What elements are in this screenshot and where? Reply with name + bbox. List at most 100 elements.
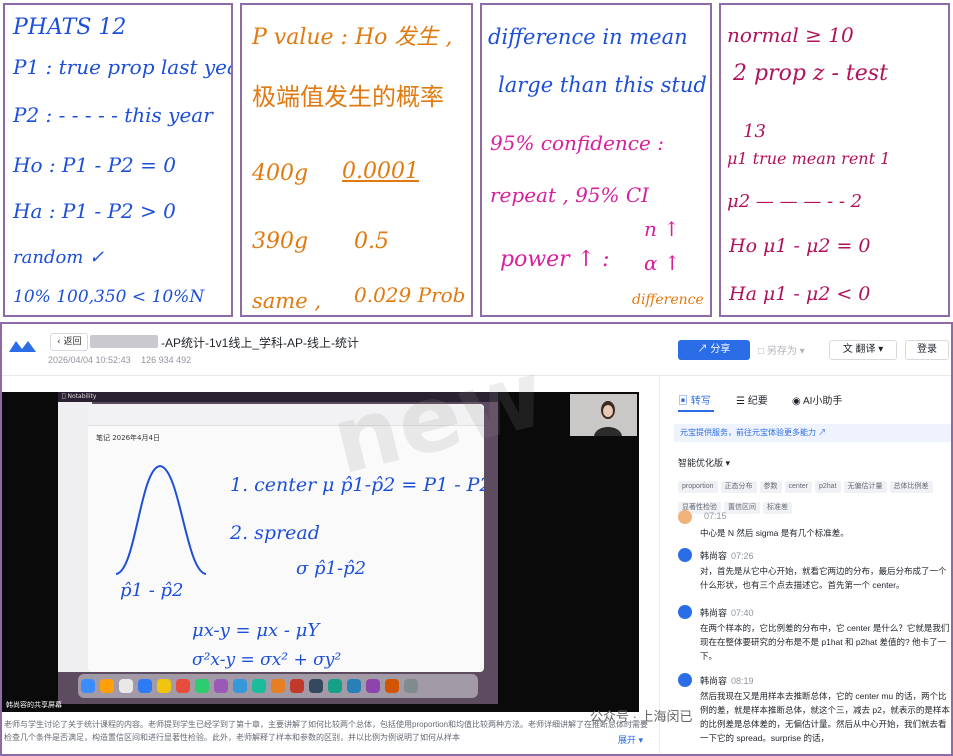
- message-text: 中心是 N 然后 sigma 是有几个标准差。: [700, 528, 849, 538]
- panel2-line: 0.029 Prob: [354, 283, 466, 307]
- back-button[interactable]: ‹ 返回: [50, 333, 89, 351]
- message-text: 在两个样本的，它比例差的分布中，它 center 是什么？它就是我们现在在整体要…: [700, 623, 950, 661]
- save-as-label: 另存为: [766, 346, 797, 357]
- note-line: μ p̂1-p̂2 = P1 - P2: [322, 474, 484, 496]
- smart-optimize-dropdown[interactable]: 智能优化版 ▾: [678, 456, 730, 469]
- page-title: -AP统计-1v1线上_学科-AP-线上-统计: [161, 336, 360, 350]
- active-tab-indicator: [678, 410, 714, 412]
- keyword-chip[interactable]: 参数: [759, 481, 782, 493]
- tab-ai-label: AI小助手: [802, 396, 843, 407]
- note-toolbar: [88, 404, 484, 426]
- transcript-message: 韩尚容 07:40 在两个样本的，它比例差的分布中，它 center 是什么？它就…: [678, 605, 951, 671]
- mac-dock: [78, 674, 478, 698]
- panel4-line: Ha μ1 - μ2 < 0: [729, 283, 871, 305]
- meeting-app-window: ‹ 返回 -AP统计-1v1线上_学科-AP-线上-统计 2026/04/04 …: [0, 322, 953, 756]
- note-line: 2. spread: [230, 522, 320, 544]
- message-time: 07:40: [731, 608, 754, 618]
- panel1-line: P2 : - - - - - this year: [13, 103, 213, 127]
- tab-transcript-label: 转写: [690, 396, 711, 407]
- panel2-line: same ,: [252, 289, 321, 313]
- note-line: σ p̂1-p̂2: [296, 558, 367, 579]
- save-as-button[interactable]: □ 另存为 ▾: [758, 342, 805, 357]
- message-speaker: 韩尚容 07:26: [700, 549, 754, 562]
- handwriting-panel-4: normal ≥ 10 2 prop z - test 13 μ1 true m…: [719, 3, 950, 317]
- yuanbao-banner[interactable]: 元宝提供服务，前往元宝体验更多能力 ↗: [674, 424, 951, 442]
- message-time: 08:19: [731, 676, 754, 686]
- note-line: σ²x-y = σx² + σy²: [192, 650, 342, 670]
- panel2-line: 390g: [252, 229, 309, 254]
- keyword-chip[interactable]: p2hat: [815, 481, 841, 493]
- panel4-line: 2 prop z - test: [733, 61, 888, 86]
- panel2-line: 400g: [252, 161, 309, 186]
- top-bar: ‹ 返回 -AP统计-1v1线上_学科-AP-线上-统计 2026/04/04 …: [2, 324, 951, 376]
- meeting-date: 2026/04/04 10:52:43: [48, 355, 131, 365]
- expand-summary-button[interactable]: 展开 ▾: [614, 733, 644, 746]
- panel2-line: 0.0001: [342, 159, 419, 184]
- avatar: [678, 605, 692, 619]
- translate-button[interactable]: 文 翻译 ▾: [829, 340, 897, 360]
- panel3-line: n ↑: [644, 217, 680, 241]
- back-label: 返回: [63, 337, 82, 347]
- message-speaker: 韩尚容 08:19: [700, 674, 754, 687]
- avatar: [678, 673, 692, 687]
- panel4-line: μ1 true mean rent 1: [727, 149, 891, 168]
- panel3-line: difference ↑: [632, 292, 712, 308]
- wechat-watermark: 公众号 · 上海闵已: [590, 709, 693, 724]
- panel2-line: 0.5: [354, 229, 389, 254]
- tab-ai-assistant[interactable]: ◉ AI小助手: [792, 392, 842, 407]
- handwriting-panel-1: PHATS 12 P1 : true prop last year P2 : -…: [3, 3, 233, 317]
- speaker-name: 韩尚容: [700, 608, 728, 618]
- note-line: p̂1 - p̂2: [120, 580, 184, 601]
- notes-sidebar: [58, 402, 92, 672]
- meeting-id: 126 934 492: [141, 355, 192, 365]
- transcript-message: 韩尚容 07:26 对，首先是从它中心开始，就看它两边的分布，最后分布成了一个什么…: [678, 548, 951, 604]
- keyword-chip[interactable]: 无偏估计量: [843, 481, 887, 493]
- transcript-message: 韩尚容 08:19 然后我现在又是用样本去推断总体，它的 center mu 的话…: [678, 673, 951, 754]
- note-line: 1. center: [230, 474, 317, 496]
- message-time: 07:26: [731, 551, 754, 561]
- shared-screen:  Notability 笔记 2026年4月4日 1. center μ p̂…: [58, 392, 498, 704]
- keyword-chip[interactable]: proportion: [678, 481, 718, 493]
- note-canvas: 笔记 2026年4月4日 1. center μ p̂1-p̂2 = P1 - …: [88, 404, 484, 672]
- handwriting-panel-3: difference in mean large than this stud …: [480, 3, 712, 317]
- panel1-line: random ✓: [13, 247, 105, 268]
- login-button[interactable]: 登录: [905, 340, 949, 360]
- panel4-line: Ho μ1 - μ2 = 0: [729, 235, 871, 257]
- translate-label: 翻译: [855, 344, 876, 355]
- tab-transcript[interactable]: ▣ 转写: [678, 392, 714, 412]
- message-speaker: 韩尚容 07:40: [700, 606, 754, 619]
- panel1-line: Ho : P1 - P2 = 0: [13, 153, 176, 177]
- message-speaker: 07:15: [700, 511, 727, 521]
- panel1-line: PHATS 12: [13, 15, 127, 40]
- panel4-line: normal ≥ 10: [727, 23, 854, 47]
- panel3-line: difference in mean: [488, 25, 688, 49]
- share-button[interactable]: ↗ 分享: [678, 340, 750, 360]
- panel3-line: repeat , 95% CI: [490, 183, 650, 207]
- keyword-chip[interactable]: 总体比例差: [889, 481, 933, 493]
- login-label: 登录: [917, 344, 937, 355]
- transcript-panel: ▣ 转写 ☰ 纪要 ◉ AI小助手 元宝提供服务，前往元宝体验更多能力 ↗ 智能…: [659, 376, 951, 754]
- keyword-chip[interactable]: center: [784, 481, 812, 493]
- app-logo-icon: [8, 338, 38, 358]
- panel3-line: α ↑: [644, 251, 681, 275]
- panel3-line: 95% confidence :: [490, 131, 664, 155]
- avatar: [678, 510, 692, 524]
- video-player[interactable]:  Notability 笔记 2026年4月4日 1. center μ p̂…: [2, 392, 639, 712]
- message-text: 对，首先是从它中心开始，就看它两边的分布，最后分布成了一个什么形状，也有三个点去…: [700, 566, 947, 590]
- webcam-thumbnail: [570, 394, 637, 436]
- share-screen-label: 韩尚容的共享屏幕: [6, 701, 62, 709]
- panel2-line: P value : Ho 发生 ,: [252, 25, 453, 50]
- keyword-chip[interactable]: 正态分布: [720, 481, 757, 493]
- mac-menubar:  Notability: [58, 392, 498, 402]
- ai-summary: 老师与学生讨论了关于统计课程的内容。老师提到学生已经学到了第十章，主要讲解了如何…: [2, 716, 657, 754]
- panel3-line: power ↑ :: [500, 247, 610, 272]
- transcript-message: 07:15 中心是 N 然后 sigma 是有几个标准差。: [678, 510, 951, 544]
- tab-minutes[interactable]: ☰ 纪要: [736, 392, 768, 407]
- panel4-line: 13: [743, 121, 766, 142]
- panel1-line: P1 : true prop last year: [13, 55, 233, 79]
- panel1-line: Ha : P1 - P2 > 0: [13, 199, 176, 223]
- panel4-line: μ2 — — — - - 2: [727, 191, 863, 212]
- handwriting-panel-2: P value : Ho 发生 , 极端值发生的概率 400g 0.0001 3…: [240, 3, 473, 317]
- message-time: 07:15: [704, 511, 727, 521]
- person-icon: [570, 394, 637, 436]
